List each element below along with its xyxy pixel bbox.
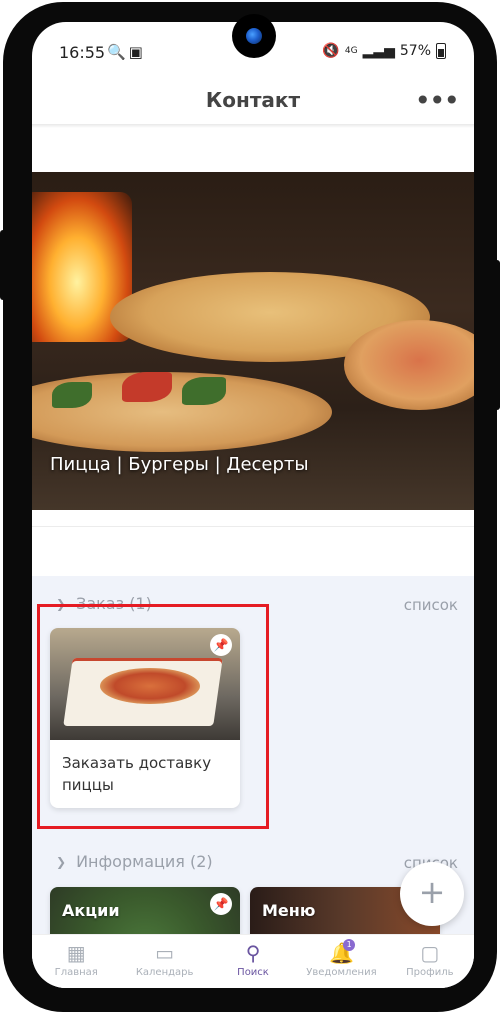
tab-label: Календарь <box>135 967 194 978</box>
tab-label: Уведомления <box>306 967 377 978</box>
app-screen: 16:55 🔍▣ 🔇 4G ▂▃▅ 57% Контакт ••• Пицца … <box>32 22 474 988</box>
tab-home[interactable]: ▦ Главная <box>32 935 120 988</box>
status-notification-icons: 🔍▣ <box>107 43 146 61</box>
calendar-icon: ▭ <box>155 941 175 965</box>
app-header: Контакт ••• <box>32 78 474 124</box>
banner-caption: Пицца | Бургеры | Десерты <box>50 454 309 475</box>
mute-icon: 🔇 <box>322 43 340 59</box>
battery-percent: 57% <box>399 43 431 59</box>
section-title: Информация (2) <box>76 852 213 871</box>
pin-icon[interactable]: 📌 <box>210 893 232 915</box>
network-type: 4G <box>344 46 358 56</box>
battery-icon <box>436 43 446 59</box>
add-button[interactable]: + <box>400 862 464 926</box>
power-button <box>490 260 500 410</box>
status-right: 🔇 4G ▂▃▅ 57% <box>322 43 446 59</box>
divider <box>32 526 474 527</box>
tab-notifications[interactable]: 🔔 1 Уведомления <box>297 935 385 988</box>
list-view-link[interactable]: список <box>404 596 458 614</box>
volume-button <box>0 230 10 300</box>
search-icon: ⚲ <box>245 941 261 965</box>
bell-icon: 🔔 <box>328 941 354 965</box>
tab-label: Поиск <box>237 967 269 978</box>
signal-icon: ▂▃▅ <box>362 43 395 59</box>
tab-search[interactable]: ⚲ Поиск <box>209 935 297 988</box>
grid-icon: ▦ <box>66 941 86 965</box>
front-camera <box>232 14 276 58</box>
tab-label: Профиль <box>406 967 454 978</box>
leaf-decoration <box>182 377 226 405</box>
chevron-down-icon: ❯ <box>56 854 67 869</box>
bottom-tab-bar: ▦ Главная ▭ Календарь ⚲ Поиск 🔔 1 Уведом… <box>32 934 474 988</box>
highlight-box <box>37 604 269 829</box>
section-header-info[interactable]: ❯ Информация (2) <box>56 852 213 871</box>
header-divider <box>32 124 474 128</box>
tab-profile[interactable]: ▢ Профиль <box>386 935 474 988</box>
leaf-decoration <box>122 372 172 402</box>
page-title: Контакт <box>205 88 301 112</box>
leaf-decoration <box>52 382 92 408</box>
hero-banner: Пицца | Бургеры | Десерты <box>32 172 474 510</box>
tab-calendar[interactable]: ▭ Календарь <box>120 935 208 988</box>
status-time: 16:55 <box>59 43 106 62</box>
pizza-image <box>344 320 474 410</box>
more-options-icon[interactable]: ••• <box>414 84 460 117</box>
card-title: Акции <box>62 901 120 920</box>
card-title: Меню <box>262 901 316 920</box>
profile-card-icon: ▢ <box>420 941 440 965</box>
tab-label: Главная <box>54 967 98 978</box>
